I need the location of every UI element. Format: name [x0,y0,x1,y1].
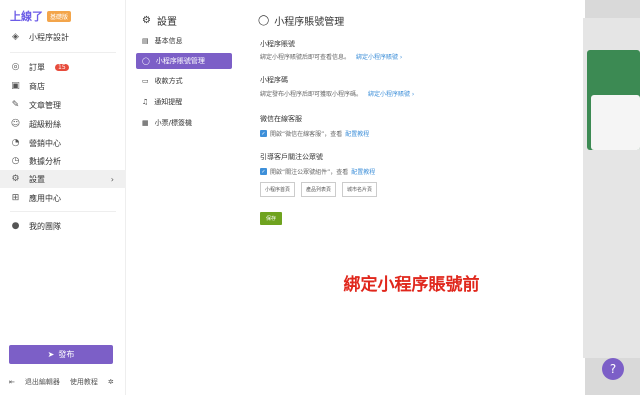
menu-item-label: 通知提醒 [154,98,183,106]
store-icon: ▣ [11,81,20,91]
chip-city-card[interactable]: 城市名片頁 [342,182,378,197]
wallet-icon: ▭ [142,77,149,85]
sidebar-item-label: 營銷中心 [29,138,61,148]
service-text: 開啟“微信在線客服”，查看 [270,131,343,138]
sidebar-item-label: 設置 [29,174,45,184]
page-title-text: 小程序賬號管理 [274,17,345,28]
sidebar: 上線了 基礎版 ◈ 小程序設計 ◎ 訂單 15 ▣ 商店 ✎ 文章管理 ☺ 超級… [0,0,126,395]
bell-icon: ♫ [142,98,149,106]
settings-title-text: 設置 [156,17,177,28]
bind-qrcode-link[interactable]: 綁定小程序賬號 › [368,89,414,98]
tutorial-link[interactable]: 使用教程 [70,377,98,387]
page-chip-group: 小程序首頁 產品列表頁 城市名片頁 [260,182,378,197]
qrcode-desc: 綁定發布小程序后即可獲取小程序碼。 [260,91,363,98]
publish-button[interactable]: ➤ 發布 [9,345,113,364]
menu-item-printer[interactable]: ▦ 小票/標簽機 [136,115,232,131]
sidebar-item-label: 文章管理 [29,100,61,110]
menu-item-label: 收款方式 [154,77,183,85]
follow-checkbox[interactable]: ✓ [260,168,267,175]
menu-item-basic-info[interactable]: ▤ 基本信息 [136,33,232,49]
settings-menu: ⚙ 設置 ▤ 基本信息 ◯ 小程序賬號管理 ▭ 收款方式 ♫ 通知提醒 ▦ 小票… [126,0,238,395]
service-heading: 微信在線客服 [260,115,302,123]
settings-title: ⚙ 設置 [142,13,177,28]
logo-text: 上線了 [10,10,43,23]
menu-item-label: 小程序賬號管理 [155,57,205,65]
divider [10,52,116,53]
overlay-caption: 綁定小程序賬號前 [343,275,480,295]
divider [10,211,116,212]
follow-tutorial-link[interactable]: 配置教程 [351,167,375,176]
sidebar-item-label: 訂單 [29,62,45,72]
service-tutorial-link[interactable]: 配置教程 [345,129,369,138]
sidebar-item-label: 我的團隊 [29,221,61,231]
sidebar-item-store[interactable]: ▣ 商店 [0,77,126,95]
plan-badge: 基礎版 [47,10,72,22]
preview-cat-illustration [591,95,640,150]
fans-icon: ☺ [10,119,21,129]
sidebar-item-marketing[interactable]: ◔ 營銷中心 [0,134,126,152]
logo[interactable]: 上線了 基礎版 [10,8,72,24]
follow-toggle-row: ✓ 開啟“關注公眾號組件”，查看 配置教程 [260,167,375,176]
help-icon[interactable]: ? [602,358,624,380]
main-panel: ◯ 小程序賬號管理 小程序賬號 綁定小程序賬號后即可查看信息。 綁定小程序賬號 … [238,0,585,395]
apps-icon: ⊞ [11,193,20,203]
chevron-right-icon: › [110,174,114,184]
gear-icon: ⚙ [142,15,151,26]
sidebar-item-apps[interactable]: ⊞ 應用中心 [0,189,126,207]
layers-icon: ◈ [12,32,19,42]
sidebar-item-label: 應用中心 [29,193,61,203]
menu-item-label: 小票/標簽機 [154,119,192,127]
save-button[interactable]: 保存 [260,212,282,225]
sidebar-item-label: 數據分析 [29,156,61,166]
sidebar-item-orders[interactable]: ◎ 訂單 15 [0,58,126,76]
sidebar-item-fans[interactable]: ☺ 超級粉絲 [0,115,126,133]
sidebar-item-label: 小程序設計 [29,32,69,42]
menu-item-label: 基本信息 [154,37,183,45]
qrcode-desc-row: 綁定發布小程序后即可獲取小程序碼。 綁定小程序賬號 › [260,89,414,98]
sidebar-item-label: 超級粉絲 [29,119,61,129]
chip-home[interactable]: 小程序首頁 [260,182,296,197]
menu-item-account[interactable]: ◯ 小程序賬號管理 [136,53,232,69]
menu-item-notify[interactable]: ♫ 通知提醒 [136,94,232,110]
service-toggle-row: ✓ 開啟“微信在線客服”，查看 配置教程 [260,129,369,138]
orders-count-badge: 15 [55,63,69,71]
account-desc-row: 綁定小程序賬號后即可查看信息。 綁定小程序賬號 › [260,52,402,61]
follow-heading: 引導客戶關注公眾號 [260,153,323,161]
order-icon: ◎ [11,62,20,72]
gear-icon[interactable]: ✲ [108,378,114,386]
account-desc: 綁定小程序賬號后即可查看信息。 [260,54,351,61]
doc-icon: ▤ [142,37,149,45]
printer-icon: ▦ [142,119,149,127]
gear-icon: ⚙ [11,174,20,184]
exit-icon: ⇤ [9,378,15,386]
sidebar-item-team[interactable]: ● 我的團隊 [0,217,126,235]
send-icon: ➤ [47,350,55,359]
pen-icon: ✎ [11,100,20,110]
publish-label: 發布 [58,350,75,359]
bottom-bar: ⇤ 退出編輯器 使用教程 ✲ [9,377,114,387]
chat-icon: ◯ [258,15,270,26]
menu-item-payment[interactable]: ▭ 收款方式 [136,73,232,89]
qrcode-heading: 小程序碼 [260,76,288,84]
exit-editor-link[interactable]: 退出編輯器 [25,377,60,387]
sidebar-item-articles[interactable]: ✎ 文章管理 [0,96,126,114]
chart-icon: ◷ [11,156,20,166]
account-heading: 小程序賬號 [260,40,295,48]
chip-product-list[interactable]: 產品列表頁 [301,182,337,197]
service-checkbox[interactable]: ✓ [260,130,267,137]
sidebar-item-analytics[interactable]: ◷ 數據分析 [0,152,126,170]
follow-text: 開啟“關注公眾號組件”，查看 [270,169,349,176]
sidebar-item-design[interactable]: ◈ 小程序設計 [0,28,126,46]
avatar-icon: ● [11,221,20,231]
bind-account-link[interactable]: 綁定小程序賬號 › [356,52,402,61]
megaphone-icon: ◔ [11,138,20,148]
chat-icon: ◯ [142,57,150,65]
sidebar-item-settings[interactable]: ⚙ 設置 › [0,170,126,188]
page-title: ◯ 小程序賬號管理 [258,13,344,28]
sidebar-item-label: 商店 [29,81,45,91]
